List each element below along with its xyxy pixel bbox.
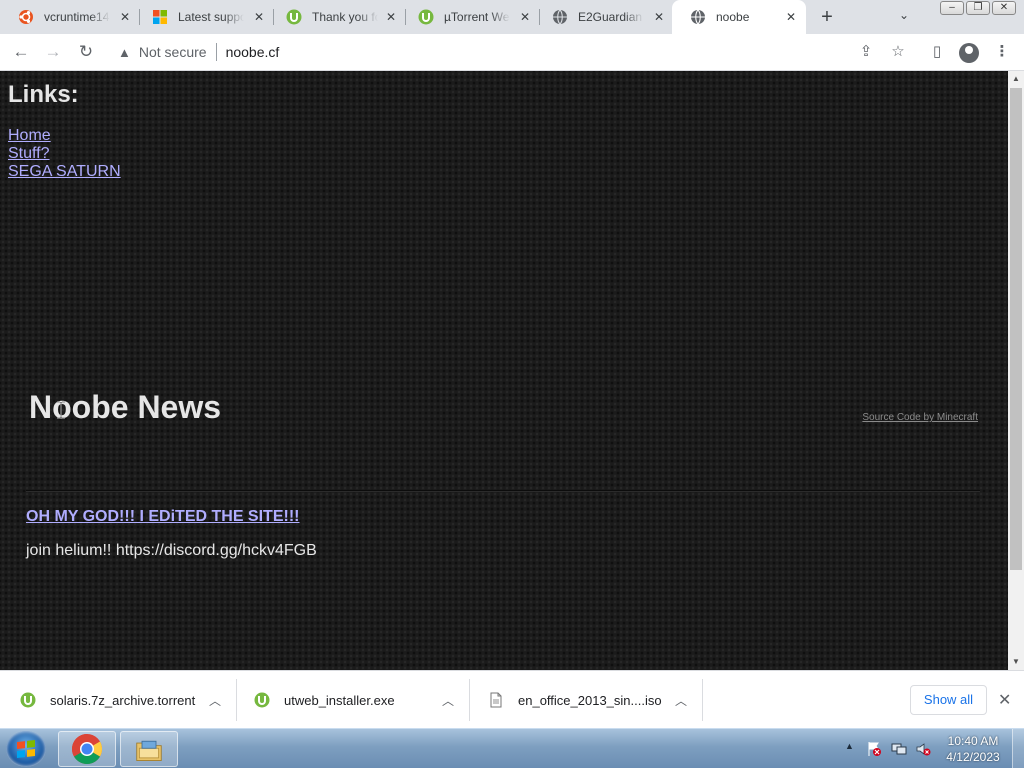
side-panel-icon[interactable]: ▯ xyxy=(927,42,947,62)
show-desktop-button[interactable] xyxy=(1012,729,1024,768)
new-tab-button[interactable]: + xyxy=(816,6,838,28)
window-controls: – ❐ ✕ xyxy=(938,1,1016,15)
action-center-flag-icon[interactable] xyxy=(866,741,882,757)
forward-button[interactable]: → xyxy=(43,42,63,62)
show-all-button[interactable]: Show all xyxy=(910,685,987,715)
windows-taskbar: ▲ 10:40 AM 4/12/2023 xyxy=(0,728,1024,768)
tab-close-icon[interactable]: ✕ xyxy=(654,10,664,24)
clock-time: 10:40 AM xyxy=(947,734,999,748)
link-home[interactable]: Home xyxy=(8,127,121,145)
minimize-button[interactable]: – xyxy=(940,1,964,15)
tab-noobe[interactable]: noobe ✕ xyxy=(672,0,806,34)
tab-close-icon[interactable]: ✕ xyxy=(120,10,130,24)
globe-icon xyxy=(691,9,705,25)
scroll-down-arrow-icon[interactable]: ▼ xyxy=(1008,654,1024,670)
security-label[interactable]: Not secure xyxy=(139,44,207,60)
text-cursor-icon xyxy=(57,401,65,419)
reload-button[interactable]: ↻ xyxy=(76,42,96,62)
address-bar[interactable]: ▲ Not secure noobe.cf xyxy=(108,38,888,66)
tab-close-icon[interactable]: ✕ xyxy=(520,10,530,24)
folder-icon xyxy=(136,740,162,761)
utorrent-icon xyxy=(286,9,302,25)
share-icon[interactable]: ⇪ xyxy=(856,42,876,62)
utorrent-icon xyxy=(20,692,36,708)
download-item[interactable]: utweb_installer.exe ︿ xyxy=(237,671,470,729)
tab-utorrent-web[interactable]: µTorrent Wel ✕ xyxy=(400,0,540,34)
clock-date: 4/12/2023 xyxy=(946,750,1000,764)
chevron-up-icon[interactable]: ︿ xyxy=(442,692,454,709)
tab-title: vcruntime140 xyxy=(44,10,110,24)
file-icon xyxy=(490,692,502,708)
profile-avatar-icon[interactable] xyxy=(959,43,979,63)
tab-latest-support[interactable]: Latest suppo ✕ xyxy=(134,0,274,34)
tab-strip: vcruntime140 ✕ Latest suppo ✕ Thank you … xyxy=(0,0,1024,34)
back-button[interactable]: ← xyxy=(11,42,31,62)
ubuntu-icon xyxy=(19,10,33,24)
browser-toolbar: ← → ↻ ▲ Not secure noobe.cf ⇪ ☆ ▯ ⋮ xyxy=(0,34,1024,71)
volume-muted-icon[interactable] xyxy=(915,741,931,757)
menu-kebab-icon[interactable]: ⋮ xyxy=(992,42,1012,62)
microsoft-icon xyxy=(153,10,167,24)
tab-vcruntime[interactable]: vcruntime140 ✕ xyxy=(0,0,140,34)
system-clock[interactable]: 10:40 AM 4/12/2023 xyxy=(940,733,1006,765)
tab-search-chevron-icon[interactable]: ⌄ xyxy=(896,8,912,24)
taskbar-explorer-button[interactable] xyxy=(120,731,178,767)
post-body: join helium!! https://discord.gg/hckv4FG… xyxy=(26,542,317,559)
nav-links: Home Stuff? SEGA SATURN xyxy=(8,127,121,181)
link-sega-saturn[interactable]: SEGA SATURN xyxy=(8,163,121,181)
close-shelf-icon[interactable]: ✕ xyxy=(998,690,1011,710)
maximize-button[interactable]: ❐ xyxy=(966,1,990,15)
scroll-thumb[interactable] xyxy=(1010,88,1022,570)
utorrent-icon xyxy=(254,692,270,708)
page-viewport: Links: Home Stuff? SEGA SATURN Noobe New… xyxy=(0,71,1008,670)
url-text[interactable]: noobe.cf xyxy=(226,44,280,60)
utorrent-icon xyxy=(418,9,434,25)
tab-close-icon[interactable]: ✕ xyxy=(786,10,796,24)
tab-close-icon[interactable]: ✕ xyxy=(386,10,396,24)
warning-icon[interactable]: ▲ xyxy=(118,45,131,60)
links-heading: Links: xyxy=(8,81,79,108)
tab-close-icon[interactable]: ✕ xyxy=(254,10,264,24)
download-filename: utweb_installer.exe xyxy=(284,692,395,708)
bookmark-star-icon[interactable]: ☆ xyxy=(888,42,908,62)
globe-icon xyxy=(553,9,567,25)
divider xyxy=(26,490,980,492)
chevron-up-icon[interactable]: ︿ xyxy=(209,692,221,709)
download-filename: solaris.7z_archive.torrent xyxy=(50,692,196,708)
tab-title: E2Guardian xyxy=(578,10,643,24)
download-item[interactable]: solaris.7z_archive.torrent ︿ xyxy=(0,671,237,729)
tab-title: µTorrent Wel xyxy=(444,10,510,24)
download-shelf: solaris.7z_archive.torrent ︿ utweb_insta… xyxy=(0,670,1024,728)
post-title-link[interactable]: OH MY GOD!!! I EDiTED THE SITE!!! xyxy=(26,508,299,526)
chrome-icon xyxy=(71,734,103,765)
tab-title: Latest suppo xyxy=(178,10,244,24)
tab-thank-you[interactable]: Thank you fo ✕ xyxy=(268,0,406,34)
tab-title: noobe xyxy=(716,10,750,24)
taskbar-chrome-button[interactable] xyxy=(58,731,116,767)
windows-logo-icon xyxy=(17,740,35,758)
show-hidden-icons-arrow-icon[interactable]: ▲ xyxy=(845,741,854,751)
link-stuff[interactable]: Stuff? xyxy=(8,145,121,163)
download-item[interactable]: en_office_2013_sin....iso ︿ xyxy=(470,671,703,729)
tab-e2guardian[interactable]: E2Guardian ✕ xyxy=(534,0,674,34)
download-filename: en_office_2013_sin....iso xyxy=(518,692,662,708)
vertical-scrollbar[interactable]: ▲ ▼ xyxy=(1008,71,1024,670)
close-window-button[interactable]: ✕ xyxy=(992,1,1016,15)
network-icon[interactable] xyxy=(891,741,907,757)
start-button[interactable] xyxy=(6,731,46,767)
scroll-up-arrow-icon[interactable]: ▲ xyxy=(1008,71,1024,87)
source-code-link[interactable]: Source Code by Minecraft xyxy=(862,412,978,423)
tab-title: Thank you fo xyxy=(312,10,378,24)
chevron-up-icon[interactable]: ︿ xyxy=(675,692,687,709)
